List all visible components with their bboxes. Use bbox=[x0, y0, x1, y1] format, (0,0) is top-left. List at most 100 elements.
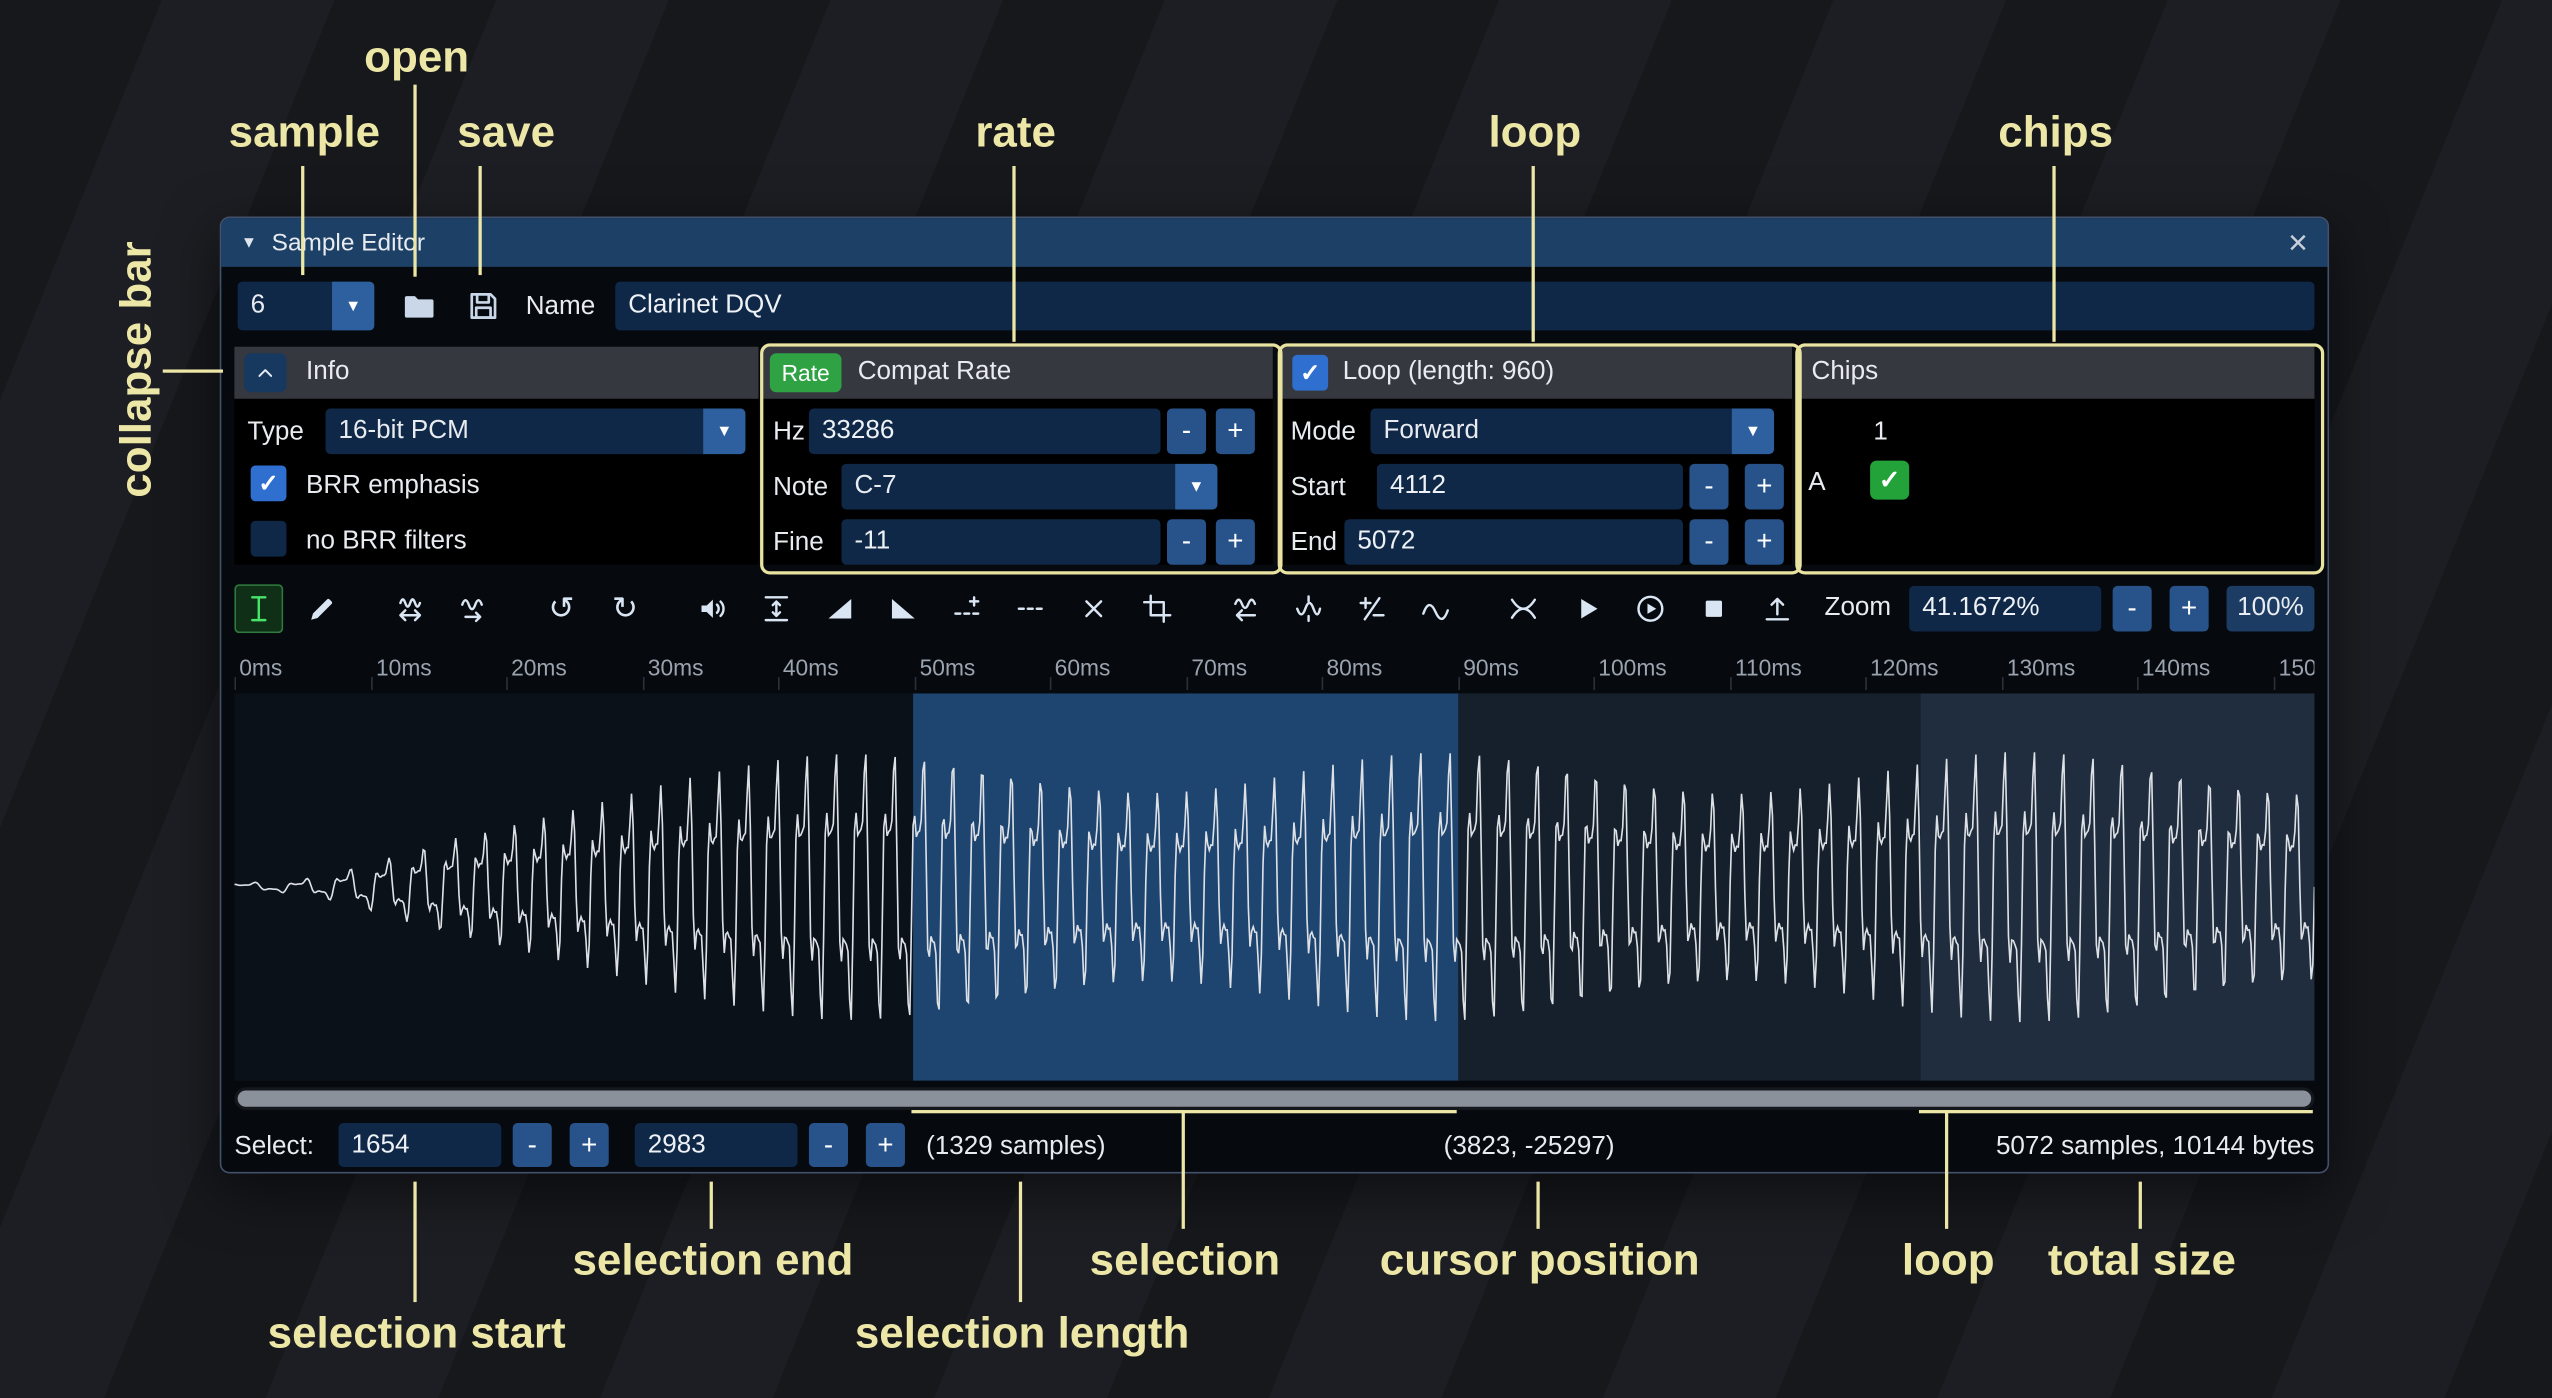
sample-selector-value[interactable]: 6 bbox=[238, 282, 332, 331]
ruler-label: 130ms bbox=[2007, 654, 2075, 680]
scrollbar-thumb[interactable] bbox=[238, 1090, 2312, 1106]
close-icon[interactable]: × bbox=[2288, 225, 2308, 259]
filter-icon[interactable] bbox=[1411, 584, 1460, 633]
apply-silence-icon[interactable] bbox=[1006, 584, 1055, 633]
normalize-icon[interactable] bbox=[752, 584, 801, 633]
hz-increment-button[interactable]: + bbox=[1216, 409, 1255, 455]
preview-loop-icon[interactable] bbox=[1626, 584, 1675, 633]
collapse-bar-button[interactable] bbox=[244, 353, 286, 392]
loop-mode-select[interactable]: Forward ▼ bbox=[1370, 409, 1774, 455]
select-tool-icon[interactable] bbox=[234, 584, 283, 633]
crossfade-icon[interactable] bbox=[1499, 584, 1548, 633]
info-panel-header[interactable]: Info bbox=[234, 347, 758, 399]
selection-start-decrement-button[interactable]: - bbox=[513, 1123, 552, 1167]
fade-out-icon[interactable] bbox=[879, 584, 928, 633]
selection-start-increment-button[interactable]: + bbox=[570, 1123, 609, 1167]
selection-end-increment-button[interactable]: + bbox=[866, 1123, 905, 1167]
loop-end-increment-button[interactable]: + bbox=[1745, 519, 1784, 565]
info-header-label: Info bbox=[306, 356, 349, 389]
invert-icon[interactable] bbox=[1284, 584, 1333, 633]
zoom-out-button[interactable]: - bbox=[2113, 586, 2152, 632]
fine-input[interactable]: -11 bbox=[841, 519, 1160, 565]
sample-selector[interactable]: 6 ▼ bbox=[238, 282, 375, 331]
ruler-label: 70ms bbox=[1191, 654, 1247, 680]
hz-label: Hz bbox=[773, 417, 805, 450]
loop-mode-value[interactable]: Forward bbox=[1370, 409, 1731, 455]
undo-icon[interactable]: ↺ bbox=[537, 584, 586, 633]
waveform-scrollbar[interactable] bbox=[234, 1087, 2314, 1110]
selection-end-decrement-button[interactable]: - bbox=[809, 1123, 848, 1167]
cursor-position-text: (3823, -25297) bbox=[1444, 1131, 1615, 1164]
chips-row-label: A bbox=[1808, 467, 1825, 500]
reverse-icon[interactable] bbox=[1221, 584, 1270, 633]
draw-tool-icon[interactable] bbox=[298, 584, 347, 633]
zoom-label: Zoom bbox=[1825, 592, 1892, 625]
stop-icon[interactable] bbox=[1689, 584, 1738, 633]
note-select-value[interactable]: C-7 bbox=[841, 464, 1175, 510]
type-select-value[interactable]: 16-bit PCM bbox=[326, 409, 704, 455]
chips-panel: Chips 1 A ✓ bbox=[1798, 347, 2314, 565]
note-select[interactable]: C-7 ▼ bbox=[841, 464, 1217, 510]
zoom-input[interactable]: 41.1672% bbox=[1909, 586, 2101, 632]
brr-emphasis-checkbox[interactable]: ✓ bbox=[251, 465, 287, 501]
annotation-selection: selection bbox=[1090, 1235, 1281, 1285]
annotation-loop: loop bbox=[1488, 107, 1581, 157]
loop-end-input[interactable]: 5072 bbox=[1344, 519, 1683, 565]
type-select-dropdown-icon[interactable]: ▼ bbox=[703, 409, 745, 455]
fade-in-icon[interactable] bbox=[815, 584, 864, 633]
floppy-icon bbox=[465, 288, 501, 324]
import-icon[interactable] bbox=[1753, 584, 1802, 633]
ruler-tick bbox=[1050, 677, 1052, 690]
zoom-reset-button[interactable]: 100% bbox=[2227, 586, 2315, 632]
ruler-label: 110ms bbox=[1735, 654, 1802, 680]
fine-decrement-button[interactable]: - bbox=[1167, 519, 1206, 565]
sample-selector-dropdown-icon[interactable]: ▼ bbox=[332, 282, 374, 331]
window-collapse-icon[interactable]: ▼ bbox=[241, 234, 257, 252]
fine-increment-button[interactable]: + bbox=[1216, 519, 1255, 565]
chips-panel-header[interactable]: Chips bbox=[1798, 347, 2314, 399]
hz-input[interactable]: 33286 bbox=[809, 409, 1161, 455]
sample-toolbar: ↺↻ bbox=[234, 584, 1801, 633]
no-brr-filters-checkbox[interactable] bbox=[251, 521, 287, 557]
waveform-view[interactable] bbox=[234, 693, 2314, 1080]
ruler-tick bbox=[1458, 677, 1460, 690]
delete-icon[interactable] bbox=[1069, 584, 1118, 633]
window-titlebar[interactable]: ▼ Sample Editor × bbox=[221, 218, 2327, 267]
loop-panel-header[interactable]: ✓ Loop (length: 960) bbox=[1281, 347, 1792, 399]
ruler-label: 140ms bbox=[2142, 654, 2210, 680]
annotation-selection-length: selection length bbox=[855, 1309, 1190, 1359]
open-button[interactable] bbox=[396, 283, 442, 329]
loop-start-decrement-button[interactable]: - bbox=[1689, 464, 1728, 510]
annotation-line-cursor-position bbox=[1536, 1182, 1539, 1229]
resize-icon[interactable] bbox=[386, 584, 435, 633]
ruler-tick bbox=[2274, 677, 2276, 690]
ruler-tick bbox=[1322, 677, 1324, 690]
type-select[interactable]: 16-bit PCM ▼ bbox=[326, 409, 746, 455]
loop-mode-dropdown-icon[interactable]: ▼ bbox=[1732, 409, 1774, 455]
amplify-icon[interactable] bbox=[688, 584, 737, 633]
sign-exchange-icon[interactable] bbox=[1348, 584, 1397, 633]
annotation-rate: rate bbox=[975, 107, 1056, 157]
loop-enabled-checkbox[interactable]: ✓ bbox=[1292, 355, 1328, 391]
resample-icon[interactable] bbox=[449, 584, 498, 633]
ruler-label: 150ms bbox=[2279, 654, 2315, 680]
rate-panel-header[interactable]: Rate Compat Rate bbox=[763, 347, 1272, 399]
loop-end-decrement-button[interactable]: - bbox=[1689, 519, 1728, 565]
name-input[interactable]: Clarinet DQV bbox=[615, 282, 2314, 331]
preview-icon[interactable] bbox=[1562, 584, 1611, 633]
ruler-label: 20ms bbox=[511, 654, 567, 680]
chip-a1-checkbox[interactable]: ✓ bbox=[1870, 461, 1909, 500]
redo-icon[interactable]: ↻ bbox=[601, 584, 650, 633]
note-select-dropdown-icon[interactable]: ▼ bbox=[1175, 464, 1217, 510]
zoom-in-button[interactable]: + bbox=[2170, 586, 2209, 632]
ruler-label: 40ms bbox=[783, 654, 839, 680]
save-button[interactable] bbox=[461, 283, 507, 329]
selection-start-input[interactable]: 1654 bbox=[339, 1123, 502, 1167]
selection-end-input[interactable]: 2983 bbox=[635, 1123, 798, 1167]
insert-silence-icon[interactable] bbox=[942, 584, 991, 633]
time-ruler[interactable]: 0ms10ms20ms30ms40ms50ms60ms70ms80ms90ms1… bbox=[234, 648, 2314, 690]
loop-start-input[interactable]: 4112 bbox=[1377, 464, 1683, 510]
loop-start-increment-button[interactable]: + bbox=[1745, 464, 1784, 510]
hz-decrement-button[interactable]: - bbox=[1167, 409, 1206, 455]
trim-icon[interactable] bbox=[1133, 584, 1182, 633]
